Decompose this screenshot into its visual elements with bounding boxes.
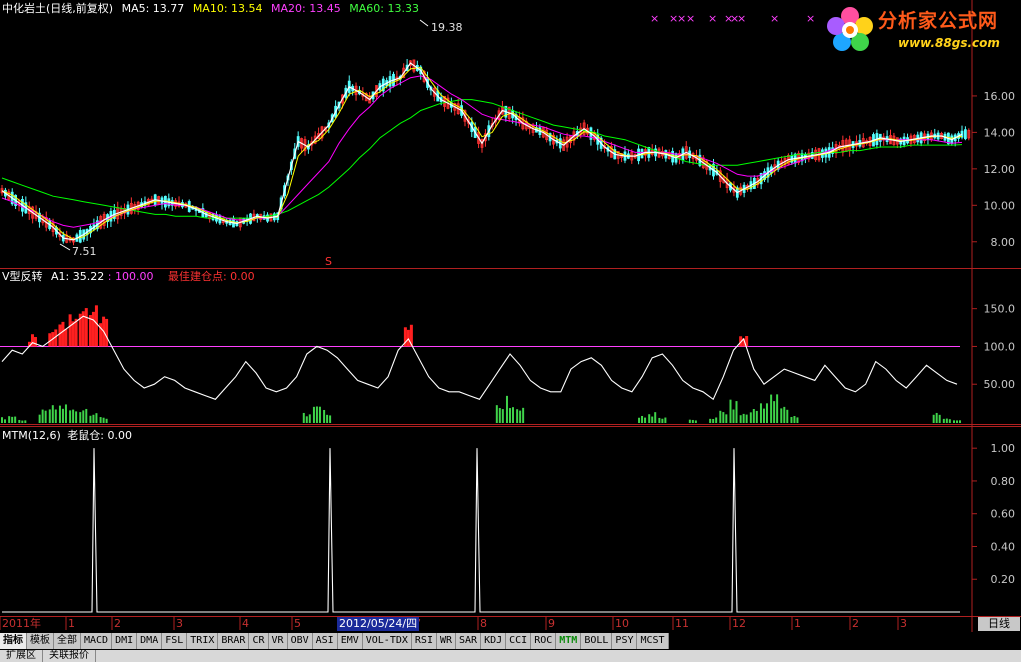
signal-x-icon: × bbox=[806, 12, 815, 25]
signal-x-icon: × bbox=[770, 12, 779, 25]
tab-cci[interactable]: CCI bbox=[506, 633, 532, 649]
vrev-tick-label: 100.0 bbox=[984, 340, 1016, 353]
ma10-value: MA10: 13.54 bbox=[192, 2, 263, 15]
bottom-tab[interactable]: 扩展区 bbox=[0, 650, 43, 662]
mtm-tick-label: 0.40 bbox=[991, 540, 1016, 553]
ma5-value: MA5: 13.77 bbox=[121, 2, 185, 15]
tab-trix[interactable]: TRIX bbox=[187, 633, 219, 649]
tab-roc[interactable]: ROC bbox=[531, 633, 557, 649]
tab-wr[interactable]: WR bbox=[437, 633, 457, 649]
vrev-tick-label: 150.0 bbox=[984, 303, 1016, 316]
vrev-best: 最佳建仓点: 0.00 bbox=[167, 270, 255, 283]
ma20-value: MA20: 13.45 bbox=[271, 2, 341, 15]
chart-canvas[interactable]: 16.0014.0012.0010.008.0019.387.51S× ×× × × ×… bbox=[0, 0, 1021, 662]
vrev-a1: A1: 35.22 bbox=[51, 270, 105, 283]
date-label: 12 bbox=[732, 617, 746, 630]
signal-x-icon: × bbox=[650, 12, 659, 25]
date-label: 1 bbox=[794, 617, 801, 630]
site-logo: 分析家公式网 www.88gs.com bbox=[820, 2, 1020, 58]
tab-brar[interactable]: BRAR bbox=[218, 633, 250, 649]
tab-rsi[interactable]: RSI bbox=[412, 633, 437, 649]
period-button[interactable]: 日线 bbox=[978, 617, 1020, 631]
ma60-value: MA60: 13.33 bbox=[349, 2, 419, 15]
mtm-line bbox=[2, 448, 960, 613]
date-label: 9 bbox=[548, 617, 555, 630]
bottom-tab[interactable]: 关联报价 bbox=[43, 650, 96, 662]
tab--[interactable]: 全部 bbox=[54, 633, 81, 649]
signal-x-icon: × bbox=[737, 12, 746, 25]
price-tick-label: 12.00 bbox=[984, 163, 1016, 176]
logo-title: 分析家公式网 bbox=[878, 10, 999, 32]
tab-vol-tdx[interactable]: VOL-TDX bbox=[363, 633, 412, 649]
date-label: 4 bbox=[242, 617, 249, 630]
tab-obv[interactable]: OBV bbox=[288, 633, 313, 649]
indicator-tab-bar: 指标 模板 全部 MACD DMI DMA FSL TRIX BRAR CR VR OBV ASI EMV… bbox=[0, 633, 669, 649]
date-axis: 2011年12345789101112123 bbox=[0, 617, 970, 631]
signal-x-icon: × bbox=[677, 12, 686, 25]
tab-dmi[interactable]: DMI bbox=[112, 633, 138, 649]
mtm-tick-label: 1.00 bbox=[991, 442, 1016, 455]
price-tick-label: 16.00 bbox=[984, 90, 1016, 103]
signal-x-icon: × bbox=[686, 12, 695, 25]
date-label: 2011年 bbox=[2, 617, 41, 630]
tab-asi[interactable]: ASI bbox=[313, 633, 338, 649]
tab--[interactable]: 指标 bbox=[0, 633, 27, 649]
flower-logo-icon bbox=[827, 7, 873, 51]
vrev-level: : 100.00 bbox=[107, 270, 154, 283]
tab-dma[interactable]: DMA bbox=[137, 633, 163, 649]
cursor-date: 2012/05/24/四 bbox=[337, 617, 420, 631]
main-chart-header: 中化岩土(日线,前复权) MA5: 13.77 MA10: 13.54 MA20… bbox=[2, 2, 424, 16]
bottom-tab-bar: 扩展区 关联报价 bbox=[0, 650, 1021, 662]
logo-url: www.88gs.com bbox=[898, 36, 1000, 50]
date-label: 3 bbox=[176, 617, 183, 630]
tab-macd[interactable]: MACD bbox=[81, 633, 113, 649]
tab-mcst[interactable]: MCST bbox=[637, 633, 669, 649]
candle-body bbox=[964, 129, 967, 140]
signal-label: S bbox=[325, 255, 332, 268]
mtm-name: MTM(12,6) bbox=[2, 429, 61, 442]
stock-title: 中化岩土(日线,前复权) bbox=[2, 2, 114, 15]
vrev-line bbox=[1, 315, 958, 401]
date-label: 2 bbox=[852, 617, 859, 630]
date-label: 1 bbox=[68, 617, 75, 630]
price-tick-label: 8.00 bbox=[991, 236, 1016, 249]
tab--[interactable]: 模板 bbox=[27, 633, 54, 649]
high-label: 19.38 bbox=[431, 21, 463, 34]
low-marker bbox=[59, 243, 71, 251]
stock-chart-window: 16.00 14.00 12.00 10.00 8.00 19.38 7.51 S × × × × × ×… bbox=[0, 0, 1021, 662]
mtm-header: MTM(12,6) 老鼠仓: 0.00 bbox=[2, 429, 137, 443]
date-label: 3 bbox=[900, 617, 907, 630]
date-label: 8 bbox=[480, 617, 487, 630]
tab-sar[interactable]: SAR bbox=[456, 633, 482, 649]
vrev-header: V型反转 A1: 35.22 : 100.00 最佳建仓点: 0.00 bbox=[2, 270, 260, 284]
tab-fsl[interactable]: FSL bbox=[162, 633, 188, 649]
tab-cr[interactable]: CR bbox=[249, 633, 269, 649]
low-label: 7.51 bbox=[72, 245, 97, 258]
date-label: 10 bbox=[615, 617, 629, 630]
vrev-tick-label: 50.00 bbox=[984, 378, 1016, 391]
mtm-tick-label: 0.60 bbox=[991, 508, 1016, 521]
date-label: 11 bbox=[675, 617, 689, 630]
tab-psy[interactable]: PSY bbox=[612, 633, 638, 649]
tab-emv[interactable]: EMV bbox=[338, 633, 363, 649]
tab-mtm[interactable]: MTM bbox=[556, 633, 582, 649]
signal-x-icon: × bbox=[708, 12, 717, 25]
price-tick-label: 10.00 bbox=[984, 199, 1016, 212]
mtm-tick-label: 0.80 bbox=[991, 475, 1016, 488]
date-label: 2 bbox=[114, 617, 121, 630]
date-label: 5 bbox=[294, 617, 301, 630]
mtm-tick-label: 0.20 bbox=[991, 573, 1016, 586]
tab-vr[interactable]: VR bbox=[269, 633, 288, 649]
mtm-value: 老鼠仓: 0.00 bbox=[67, 429, 132, 442]
price-tick-label: 14.00 bbox=[984, 126, 1016, 139]
high-marker bbox=[419, 19, 429, 27]
tab-kdj[interactable]: KDJ bbox=[481, 633, 507, 649]
vrev-name: V型反转 bbox=[2, 270, 43, 283]
tab-boll[interactable]: BOLL bbox=[581, 633, 613, 649]
